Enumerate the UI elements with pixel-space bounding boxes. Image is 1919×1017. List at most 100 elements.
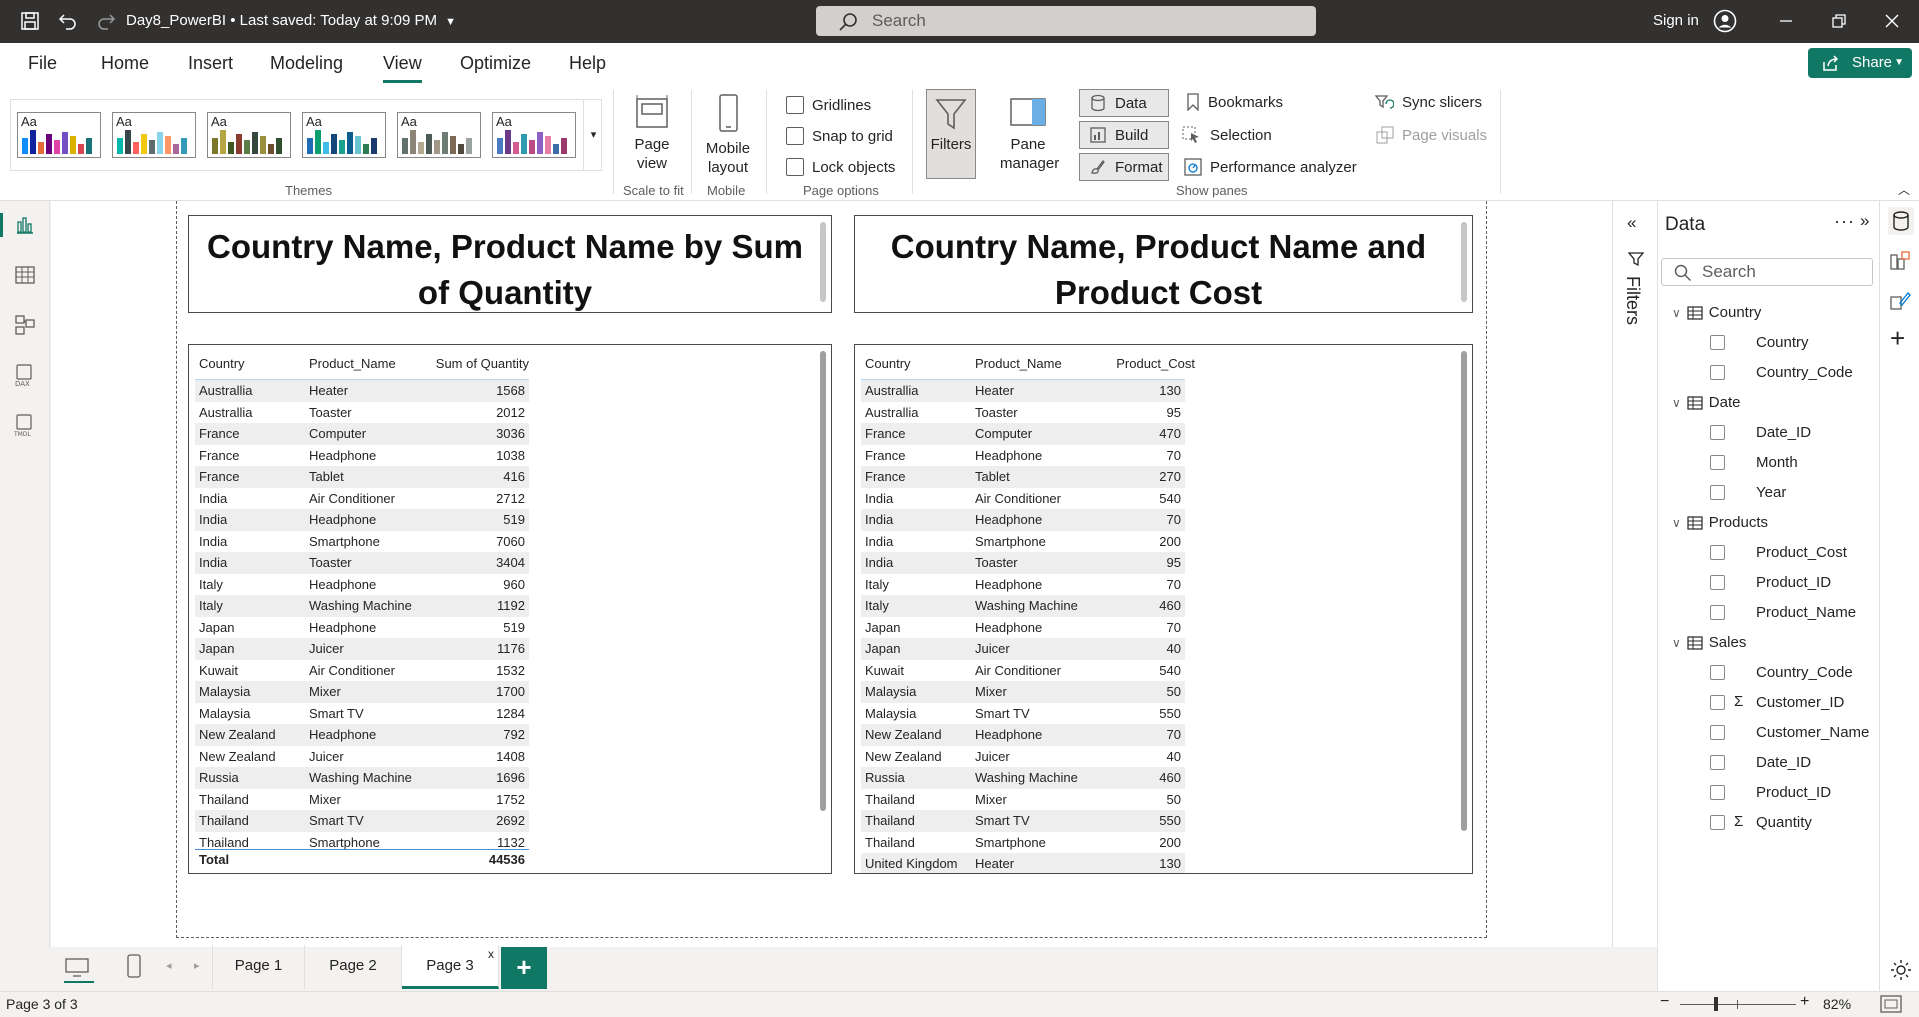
zoom-in-icon[interactable]: + bbox=[1800, 993, 1809, 1011]
filters-pane-button[interactable]: Filters bbox=[926, 89, 976, 179]
gridlines-checkbox[interactable]: Gridlines bbox=[786, 96, 871, 114]
more-options-icon[interactable]: ··· bbox=[1834, 211, 1855, 232]
field-checkbox[interactable] bbox=[1710, 575, 1725, 590]
field-checkbox[interactable] bbox=[1710, 665, 1725, 680]
table-row[interactable]: Australlia Toaster 2012 bbox=[195, 402, 529, 424]
table-row[interactable]: France Headphone 70 bbox=[861, 445, 1185, 467]
table-node-country[interactable]: ∨ Country bbox=[1672, 304, 1761, 321]
table-row[interactable]: Thailand Mixer 50 bbox=[861, 789, 1185, 811]
user-avatar-icon[interactable] bbox=[1712, 9, 1738, 33]
field-item[interactable]: Σ Quantity bbox=[1710, 813, 1870, 834]
tab-home[interactable]: Home bbox=[101, 53, 149, 74]
scrollbar[interactable] bbox=[1461, 222, 1467, 302]
table-row[interactable]: India Toaster 3404 bbox=[195, 552, 529, 574]
table-row[interactable]: New Zealand Headphone 70 bbox=[861, 724, 1185, 746]
field-item[interactable]: Product_Cost bbox=[1710, 544, 1870, 564]
field-checkbox[interactable] bbox=[1710, 815, 1725, 830]
close-icon[interactable] bbox=[1880, 10, 1904, 32]
data-pane-switch-icon[interactable] bbox=[1888, 207, 1914, 235]
build-pane-toggle[interactable]: Build bbox=[1079, 121, 1169, 149]
table-row[interactable]: Thailand Smart TV 2692 bbox=[195, 810, 529, 832]
column-header[interactable]: Sum of Quantity bbox=[427, 356, 529, 371]
field-item[interactable]: Country_Code bbox=[1710, 364, 1870, 384]
field-item[interactable]: Date_ID bbox=[1710, 754, 1870, 774]
field-checkbox[interactable] bbox=[1710, 725, 1725, 740]
table-row[interactable]: India Headphone 519 bbox=[195, 509, 529, 531]
add-page-button[interactable]: + bbox=[501, 947, 547, 989]
table-row[interactable]: Malaysia Mixer 50 bbox=[861, 681, 1185, 703]
table-row[interactable]: India Headphone 70 bbox=[861, 509, 1185, 531]
table-row[interactable]: India Smartphone 200 bbox=[861, 531, 1185, 553]
tab-optimize[interactable]: Optimize bbox=[460, 53, 531, 74]
tab-modeling[interactable]: Modeling bbox=[270, 53, 343, 74]
fit-to-page-icon[interactable] bbox=[1880, 995, 1902, 1016]
table-node-products[interactable]: ∨ Products bbox=[1672, 514, 1768, 531]
sign-in-link[interactable]: Sign in bbox=[1653, 12, 1699, 29]
table-row[interactable]: Thailand Smartphone 200 bbox=[861, 832, 1185, 854]
settings-gear-icon[interactable] bbox=[1890, 959, 1912, 986]
table-row[interactable]: France Computer 3036 bbox=[195, 423, 529, 445]
table-row[interactable]: India Smartphone 7060 bbox=[195, 531, 529, 553]
tmdl-view-icon[interactable]: TMDL bbox=[13, 414, 36, 438]
field-checkbox[interactable] bbox=[1710, 335, 1725, 350]
table-row[interactable]: India Air Conditioner 2712 bbox=[195, 488, 529, 510]
theme-swatch[interactable]: Aa bbox=[492, 112, 576, 158]
collapse-ribbon-icon[interactable]: ︿ bbox=[1898, 181, 1910, 198]
tab-help[interactable]: Help bbox=[569, 53, 606, 74]
table-row[interactable]: Japan Juicer 40 bbox=[861, 638, 1185, 660]
phone-layout-icon[interactable] bbox=[124, 953, 144, 984]
share-button[interactable]: Share ▼ bbox=[1808, 48, 1912, 78]
table-row[interactable]: Malaysia Mixer 1700 bbox=[195, 681, 529, 703]
table-row[interactable]: Australlia Toaster 95 bbox=[861, 402, 1185, 424]
field-item[interactable]: Product_ID bbox=[1710, 574, 1870, 594]
column-header[interactable]: Country bbox=[199, 356, 245, 371]
theme-gallery-expand-button[interactable]: ▾ bbox=[583, 100, 603, 170]
tab-file[interactable]: File bbox=[28, 53, 57, 74]
page-tab-page-1[interactable]: Page 1 bbox=[212, 945, 305, 989]
expand-filters-icon[interactable]: « bbox=[1627, 213, 1636, 233]
data-search-input[interactable]: Search bbox=[1661, 258, 1873, 286]
close-page-icon[interactable]: x bbox=[488, 933, 494, 975]
table-node-sales[interactable]: ∨ Sales bbox=[1672, 634, 1746, 651]
table-row[interactable]: Thailand Mixer 1752 bbox=[195, 789, 529, 811]
tab-insert[interactable]: Insert bbox=[188, 53, 233, 74]
visual-title-card[interactable]: Country Name, Product Name and Product C… bbox=[854, 215, 1473, 313]
table-row[interactable]: Kuwait Air Conditioner 1532 bbox=[195, 660, 529, 682]
table-row[interactable]: Japan Headphone 519 bbox=[195, 617, 529, 639]
table-row[interactable]: Italy Washing Machine 460 bbox=[861, 595, 1185, 617]
document-title[interactable]: Day8_PowerBI • Last saved: Today at 9:09… bbox=[126, 12, 456, 29]
field-item[interactable]: Year bbox=[1710, 484, 1870, 504]
field-item[interactable]: Date_ID bbox=[1710, 424, 1870, 444]
chevron-down-icon[interactable]: ∨ bbox=[1672, 516, 1681, 530]
save-icon[interactable] bbox=[18, 10, 42, 32]
table-row[interactable]: New Zealand Juicer 40 bbox=[861, 746, 1185, 768]
table-row[interactable]: Australlia Heater 1568 bbox=[195, 380, 529, 402]
collapse-pane-icon[interactable]: » bbox=[1860, 211, 1869, 231]
selection-pane-toggle[interactable]: Selection bbox=[1182, 126, 1272, 144]
report-view-icon[interactable] bbox=[14, 214, 36, 236]
build-visual-switch-icon[interactable] bbox=[1888, 249, 1912, 278]
field-checkbox[interactable] bbox=[1710, 455, 1725, 470]
bookmarks-pane-toggle[interactable]: Bookmarks bbox=[1186, 93, 1283, 111]
scrollbar[interactable] bbox=[1461, 351, 1467, 831]
theme-swatch[interactable]: Aa bbox=[302, 112, 386, 158]
column-header[interactable]: Product_Name bbox=[975, 356, 1062, 371]
minimize-icon[interactable] bbox=[1774, 10, 1798, 32]
column-header[interactable]: Product_Name bbox=[309, 356, 396, 371]
model-view-icon[interactable] bbox=[14, 314, 36, 336]
page-visuals-toggle[interactable]: Page visuals bbox=[1376, 126, 1487, 144]
field-item[interactable]: Country bbox=[1710, 334, 1870, 354]
field-item[interactable]: Product_Name bbox=[1710, 604, 1870, 624]
table-row[interactable]: Australlia Heater 130 bbox=[861, 380, 1185, 402]
table-row[interactable]: New Zealand Juicer 1408 bbox=[195, 746, 529, 768]
chevron-down-icon[interactable]: ∨ bbox=[1672, 636, 1681, 650]
zoom-out-icon[interactable]: − bbox=[1660, 993, 1669, 1011]
field-checkbox[interactable] bbox=[1710, 365, 1725, 380]
search-bar[interactable]: Search bbox=[816, 6, 1316, 36]
redo-icon[interactable] bbox=[94, 10, 118, 32]
table-row[interactable]: United Kingdom Heater 130 bbox=[861, 853, 1185, 873]
field-checkbox[interactable] bbox=[1710, 755, 1725, 770]
tab-view[interactable]: View bbox=[383, 53, 422, 83]
table-row[interactable]: India Toaster 95 bbox=[861, 552, 1185, 574]
field-checkbox[interactable] bbox=[1710, 605, 1725, 620]
